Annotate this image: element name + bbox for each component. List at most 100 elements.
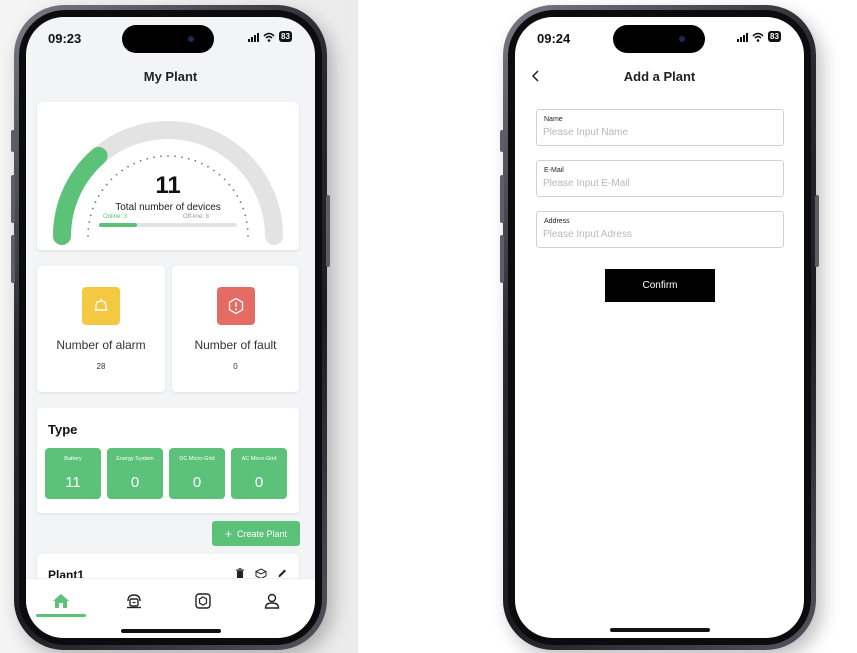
type-tile-value: 0 (254, 474, 264, 491)
type-tile-dc-micro-grid[interactable]: DC Micro-Grid 0 (169, 448, 225, 499)
gauge-tick (180, 156, 183, 159)
gauge-tick (244, 214, 247, 217)
gauge-tick (187, 157, 190, 160)
page-title: My Plant (143, 69, 198, 84)
email-field: E-Mail (536, 160, 784, 197)
gauge-tick (87, 228, 90, 230)
gauge-tick (174, 155, 176, 158)
side-button (326, 195, 330, 267)
status-icons: 83 (737, 31, 781, 42)
camera-icon (679, 36, 685, 42)
plant-icon (195, 593, 211, 609)
gauge-tick (139, 159, 142, 162)
type-tile-value: 0 (192, 474, 202, 491)
confirm-button[interactable]: Confirm (605, 269, 715, 302)
fault-value: 0 (233, 362, 238, 371)
gauge-tick (127, 165, 129, 168)
active-tab-indicator (36, 614, 86, 617)
status-time: 09:23 (48, 31, 82, 46)
create-plant-button[interactable]: + Create Plant (212, 521, 300, 546)
name-field-label: Name (544, 116, 563, 123)
name-input[interactable] (543, 127, 773, 138)
total-devices-value: 11 (155, 172, 181, 199)
gauge-tick (133, 162, 136, 165)
type-tile-value: 0 (130, 474, 140, 491)
fault-card[interactable]: Number of fault 0 (172, 266, 299, 392)
type-tile-label: Battery (64, 456, 82, 462)
stage: 09:23 83 My Plant 11 Total number of dev… (0, 0, 857, 653)
type-tile-ac-micro-grid[interactable]: AC Micro-Grid 0 (231, 448, 287, 499)
alert-icon (216, 287, 255, 325)
side-button (815, 195, 819, 267)
tab-profile[interactable] (258, 589, 286, 613)
my-plant-screen: 09:23 83 My Plant 11 Total number of dev… (26, 17, 315, 638)
gauge-tick (87, 235, 89, 237)
home-indicator (120, 629, 221, 633)
gauge-tick (200, 162, 203, 165)
dynamic-island (122, 25, 214, 53)
online-progress-fill (99, 223, 137, 227)
tab-bar (26, 578, 315, 638)
battery-icon: 83 (768, 31, 781, 42)
gauge-tick (88, 221, 91, 224)
create-plant-label: Create Plant (236, 528, 288, 539)
alarm-value: 28 (96, 362, 106, 371)
type-tile-label: DC Micro-Grid (179, 456, 215, 462)
type-tile-label: AC Micro-Grid (241, 456, 277, 462)
address-field: Address (536, 211, 784, 248)
gauge-tick (245, 221, 248, 224)
side-button (500, 235, 504, 283)
right-phone: 09:24 83 Add a Plant Name E-Mail Address… (500, 5, 819, 650)
side-button (500, 130, 504, 152)
side-button (11, 175, 15, 223)
tab-devices[interactable] (120, 589, 148, 613)
side-button (11, 130, 15, 152)
gauge-tick (160, 155, 162, 158)
plus-icon: + (224, 526, 232, 541)
email-input[interactable] (543, 178, 773, 189)
type-tile-label: Energy System (116, 456, 154, 462)
signal-icon (248, 32, 259, 42)
gauge-tick (207, 165, 209, 168)
wifi-icon (263, 32, 275, 42)
alarm-label: Number of alarm (56, 338, 146, 352)
type-tile-battery[interactable]: Battery 11 (45, 448, 101, 499)
wifi-icon (752, 32, 764, 42)
profile-icon (264, 593, 280, 609)
alarm-card[interactable]: Number of alarm 28 (37, 266, 165, 392)
status-icons: 83 (248, 31, 292, 42)
device-gauge-card: 11 Total number of devices Online: 3 Off… (37, 102, 299, 250)
add-plant-screen: 09:24 83 Add a Plant Name E-Mail Address… (515, 17, 804, 638)
gauge-tick (246, 228, 249, 230)
gauge-tick (194, 159, 197, 162)
gauge-tick (167, 155, 169, 157)
device-icon (127, 594, 141, 609)
address-input[interactable] (543, 229, 773, 240)
gauge-tick (146, 157, 149, 160)
camera-icon (188, 36, 194, 42)
email-field-label: E-Mail (544, 167, 564, 174)
tab-plant[interactable] (189, 589, 217, 613)
tab-home[interactable] (47, 589, 75, 613)
gauge-tick (153, 156, 156, 159)
online-label: Online: 3 (103, 214, 128, 220)
total-devices-label: Total number of devices (115, 202, 221, 213)
type-card: Type Battery 11 Energy System 0 DC Micro… (37, 408, 299, 513)
side-button (11, 235, 15, 283)
page-title: Add a Plant (623, 69, 696, 84)
battery-icon: 83 (279, 31, 292, 42)
name-field: Name (536, 109, 784, 146)
signal-icon (737, 32, 748, 42)
offline-label: Off-line: 8 (183, 214, 209, 220)
address-field-label: Address (544, 218, 570, 225)
type-tile-energy-system[interactable]: Energy System 0 (107, 448, 163, 499)
dynamic-island (613, 25, 705, 53)
status-time: 09:24 (537, 31, 571, 46)
bell-icon (82, 287, 120, 325)
type-tile-value: 11 (65, 474, 81, 491)
side-button (500, 175, 504, 223)
gauge-tick (247, 235, 249, 237)
home-icon (53, 594, 69, 608)
type-title: Type (48, 422, 78, 437)
left-phone: 09:23 83 My Plant 11 Total number of dev… (11, 5, 330, 650)
